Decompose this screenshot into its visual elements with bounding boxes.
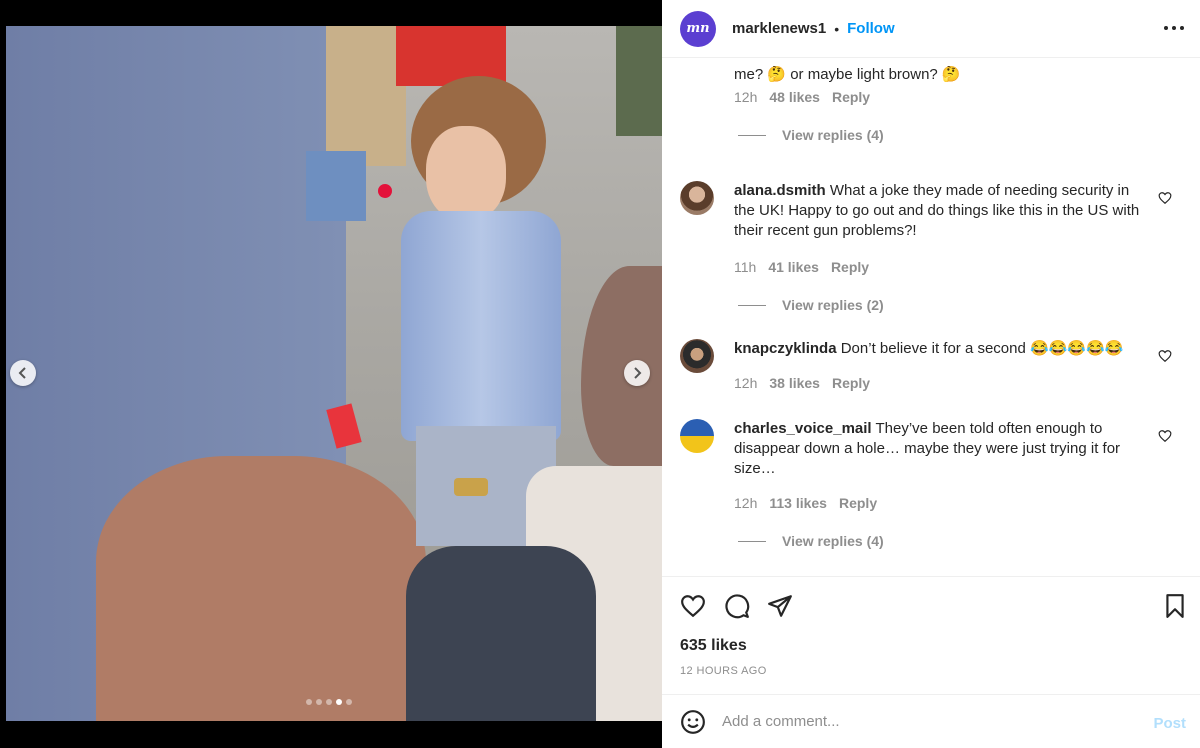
post-comment-button[interactable]: Post (1153, 715, 1186, 732)
reply-button[interactable]: Reply (831, 259, 869, 275)
background-shorts (306, 151, 366, 221)
comment-meta: 12h 38 likes Reply (734, 375, 870, 391)
comment-likes[interactable]: 48 likes (769, 89, 820, 105)
woman-jeans (406, 546, 596, 721)
reply-button[interactable]: Reply (839, 495, 877, 511)
view-replies-label: View replies (2) (782, 297, 884, 313)
comment-time: 12h (734, 495, 758, 511)
view-replies-button[interactable]: View replies (4) (734, 127, 884, 143)
previous-slide-button[interactable] (10, 360, 36, 386)
post-photo (6, 26, 662, 721)
bookmark-icon[interactable] (1162, 593, 1188, 619)
like-comment-heart-icon[interactable] (1158, 429, 1172, 443)
comment-likes[interactable]: 38 likes (769, 375, 820, 391)
like-comment-heart-icon[interactable] (1158, 349, 1172, 363)
comment-text: knapczyklinda Don’t believe it for a sec… (734, 339, 1154, 359)
comment-time: 12h (734, 375, 758, 391)
carousel-indicator (306, 699, 352, 705)
carousel-dot (316, 699, 322, 705)
more-dot-icon (1180, 26, 1184, 30)
view-replies-label: View replies (4) (782, 533, 884, 549)
post-likes-count[interactable]: 635 likes (680, 637, 747, 655)
view-replies-label: View replies (4) (782, 127, 884, 143)
post-media (0, 0, 662, 748)
comment-icon[interactable] (724, 593, 750, 619)
carousel-dot (326, 699, 332, 705)
add-comment-bar: Post (662, 694, 1200, 748)
comment-meta: 11h 41 likes Reply (734, 259, 869, 275)
emoji-icon[interactable] (680, 709, 706, 735)
background-person (326, 26, 406, 166)
comment-meta: 12h 48 likes Reply (734, 89, 870, 105)
comment-content: Don’t believe it for a second 😂😂😂😂😂 (840, 340, 1124, 357)
comments-list: me? 🤔 or maybe light brown? 🤔 12h 48 lik… (662, 59, 1200, 576)
replies-line (738, 304, 766, 306)
comment-item: charles_voice_mail They’ve been told oft… (680, 419, 1180, 559)
replies-line (738, 540, 766, 542)
comment-item: alana.dsmith What a joke they made of ne… (680, 181, 1180, 321)
comment-item: knapczyklinda Don’t believe it for a sec… (680, 339, 1180, 399)
hat-brim (581, 266, 662, 466)
comment-meta: 12h 113 likes Reply (734, 495, 877, 511)
header-separator: • (834, 20, 840, 37)
comment-text: alana.dsmith What a joke they made of ne… (734, 181, 1154, 241)
replies-line (738, 134, 766, 136)
reply-button[interactable]: Reply (832, 89, 870, 105)
comment-time: 11h (734, 259, 757, 275)
background-camo-shorts (616, 26, 662, 136)
comment-text: me? 🤔 or maybe light brown? 🤔 (734, 66, 961, 83)
comment-likes[interactable]: 41 likes (768, 259, 819, 275)
author-username[interactable]: marklenews1 (732, 20, 826, 37)
heart-icon[interactable] (680, 593, 706, 619)
wristwatch (454, 478, 488, 496)
child-face (426, 126, 506, 221)
chevron-right-icon (634, 367, 642, 379)
view-replies-button[interactable]: View replies (4) (734, 533, 884, 549)
commenter-avatar[interactable] (680, 419, 714, 453)
comment-time: 12h (734, 89, 758, 105)
commenter-username[interactable]: charles_voice_mail (734, 420, 872, 437)
comment-likes[interactable]: 113 likes (769, 495, 827, 511)
post-header: mn marklenews1 • Follow (662, 0, 1200, 58)
reply-button[interactable]: Reply (832, 375, 870, 391)
commenter-username[interactable]: knapczyklinda (734, 340, 837, 357)
post-actions: 635 likes 12 HOURS AGO (662, 576, 1200, 694)
commenter-avatar[interactable] (680, 339, 714, 373)
comment-text: charles_voice_mail They’ve been told oft… (734, 419, 1154, 479)
next-slide-button[interactable] (624, 360, 650, 386)
lollipop (378, 184, 392, 198)
author-avatar[interactable]: mn (680, 10, 716, 47)
post-timestamp: 12 HOURS AGO (680, 665, 767, 677)
commenter-username[interactable]: alana.dsmith (734, 182, 826, 199)
post-sidebar: mn marklenews1 • Follow me? 🤔 or maybe l… (662, 0, 1200, 748)
commenter-avatar[interactable] (680, 181, 714, 215)
child-striped-shirt (401, 211, 561, 441)
carousel-dot (306, 699, 312, 705)
carousel-dot (346, 699, 352, 705)
view-replies-button[interactable]: View replies (2) (734, 297, 884, 313)
follow-button[interactable]: Follow (847, 20, 895, 37)
comment-item: me? 🤔 or maybe light brown? 🤔 12h 48 lik… (680, 59, 1180, 165)
more-options-button[interactable] (1164, 20, 1184, 36)
comment-input[interactable] (722, 713, 1122, 730)
more-dot-icon (1172, 26, 1176, 30)
foreground-arm (96, 456, 426, 721)
like-comment-heart-icon[interactable] (1158, 191, 1172, 205)
carousel-dot (336, 699, 342, 705)
more-dot-icon (1164, 26, 1168, 30)
chevron-left-icon (18, 367, 26, 379)
share-icon[interactable] (767, 593, 793, 619)
